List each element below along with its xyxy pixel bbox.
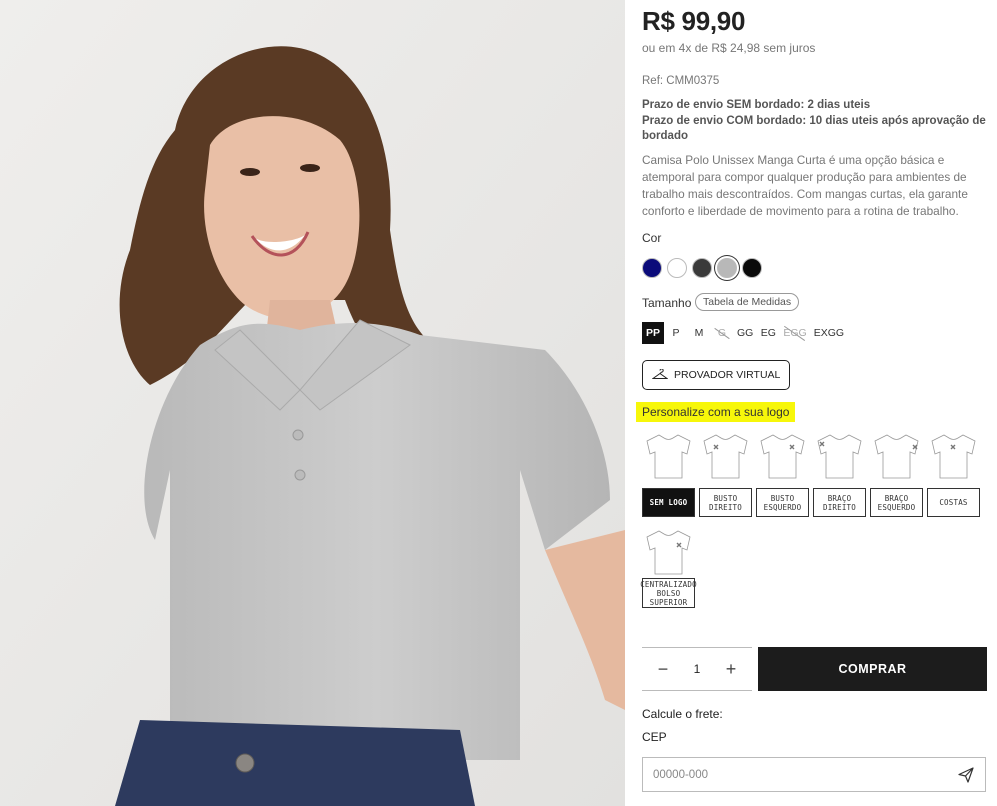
shipping-without-embroidery: Prazo de envio SEM bordado: 2 dias uteis [642,99,871,111]
shirt-position-icon[interactable] [642,430,695,482]
logo-option-button-busto-esquerdo[interactable]: BUSTO ESQUERDO [756,488,809,517]
cep-input[interactable] [653,768,923,781]
size-option-pp[interactable]: PP [642,322,664,344]
logo-option-centralizado[interactable]: CENTRALIZADO BOLSO SUPERIOR [640,526,697,608]
size-option-m[interactable]: M [688,322,710,344]
size-guide-link[interactable]: Tabela de Medidas [695,293,800,311]
installments-text: ou em 4x de R$ 24,98 sem juros [642,41,816,55]
shirt-position-icon[interactable] [870,430,923,482]
freight-label: Calcule o frete: [642,707,723,721]
color-swatch-charcoal[interactable] [692,258,712,278]
color-label: Cor [642,231,662,245]
shirt-position-icon[interactable] [927,430,980,482]
size-option-eg[interactable]: EG [757,322,779,344]
model-photo [0,0,625,806]
cep-label: CEP [642,730,667,744]
send-icon[interactable] [957,766,975,784]
size-options: PP P M G GG EG EGG EXGG [642,322,847,344]
logo-option-button-costas[interactable]: COSTAS [927,488,980,517]
quantity-value[interactable]: 1 [694,662,701,676]
product-info-panel: R$ 99,90 ou em 4x de R$ 24,98 sem juros … [636,0,992,806]
size-option-p[interactable]: P [665,322,687,344]
buy-button[interactable]: COMPRAR [758,647,987,691]
personalize-title: Personalize com a sua logo [636,402,796,422]
shirt-position-icon[interactable] [813,430,866,482]
logo-option-costas[interactable]: COSTAS [927,430,980,517]
color-swatch-black[interactable] [742,258,762,278]
color-swatch-white[interactable] [667,258,687,278]
size-label: Tamanho [642,296,692,310]
product-description: Camisa Polo Unissex Manga Curta é uma op… [642,153,968,218]
shipping-with-embroidery: Prazo de envio COM bordado: 10 dias utei… [642,114,986,143]
logo-option-button-sem-logo[interactable]: SEM LOGO [642,488,695,517]
logo-option-braco-esquerdo[interactable]: BRAÇO ESQUERDO [870,430,923,517]
quantity-increase-button[interactable]: + [722,660,740,678]
product-image[interactable] [0,0,625,806]
product-price: R$ 99,90 [642,6,746,36]
logo-option-button-centralizado[interactable]: CENTRALIZADO BOLSO SUPERIOR [640,578,697,608]
shirt-position-icon[interactable] [756,430,809,482]
color-swatch-navy[interactable] [642,258,662,278]
cep-field [642,757,986,792]
virtual-tryon-label: PROVADOR VIRTUAL [674,369,781,381]
hanger-icon [652,369,668,379]
virtual-tryon-button[interactable]: PROVADOR VIRTUAL [642,360,791,390]
quantity-decrease-button[interactable]: − [654,660,672,678]
shirt-position-icon[interactable] [642,526,695,578]
size-option-gg[interactable]: GG [734,322,756,344]
logo-option-button-braco-direito[interactable]: BRAÇO DIREITO [813,488,866,517]
shirt-position-icon[interactable] [699,430,752,482]
size-option-g[interactable]: G [711,322,733,344]
size-option-exgg[interactable]: EXGG [811,322,847,344]
size-option-egg[interactable]: EGG [780,322,809,344]
color-swatches [642,258,762,278]
shipping-info: Prazo de envio SEM bordado: 2 dias uteis… [642,98,990,145]
color-swatch-gray[interactable] [717,258,737,278]
logo-option-busto-esquerdo[interactable]: BUSTO ESQUERDO [756,430,809,517]
logo-option-button-busto-direito[interactable]: BUSTO DIREITO [699,488,752,517]
logo-option-busto-direito[interactable]: BUSTO DIREITO [699,430,752,517]
logo-option-sem-logo[interactable]: SEM LOGO [642,430,695,517]
product-ref: Ref: CMM0375 [642,75,720,87]
logo-option-braco-direito[interactable]: BRAÇO DIREITO [813,430,866,517]
quantity-stepper: − 1 + [642,647,752,691]
logo-option-button-braco-esquerdo[interactable]: BRAÇO ESQUERDO [870,488,923,517]
